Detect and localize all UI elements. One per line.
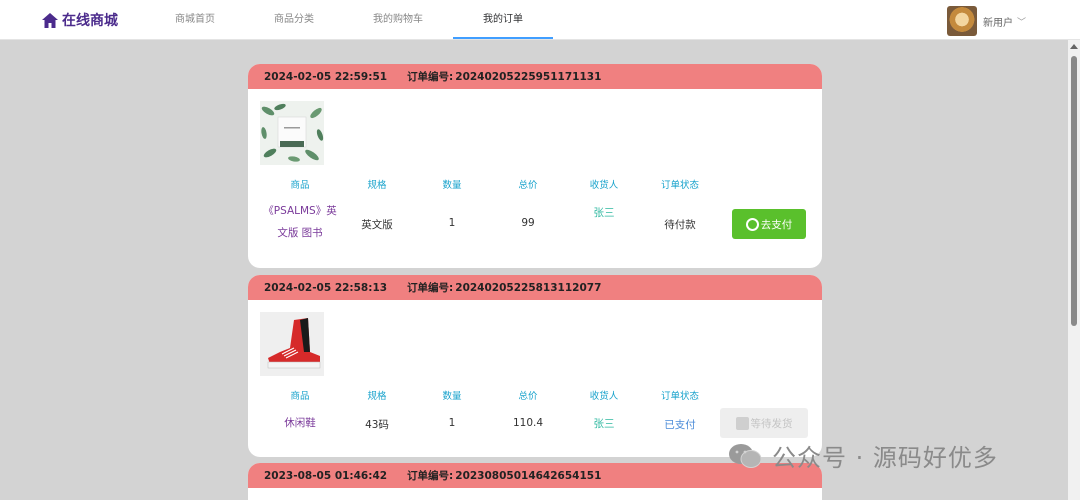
product-spec: 43码	[365, 419, 389, 431]
brand-logo[interactable]: 在线商城	[42, 10, 118, 30]
order-date: 2023-08-05 01:46:42	[264, 469, 388, 482]
order-date: 2024-02-05 22:58:13	[264, 281, 388, 294]
user-name: 新用户	[982, 17, 1013, 29]
order-number: 20230805014642654151	[455, 469, 602, 482]
col-qty: 数量	[442, 180, 462, 191]
home-icon	[42, 12, 58, 28]
order-status: 待付款	[664, 219, 696, 231]
checkbox-icon	[735, 416, 749, 430]
product-name[interactable]: 休闲鞋	[252, 412, 348, 434]
order-header: 2024-02-05 22:58:13 订单编号: 20240205225813…	[248, 275, 822, 300]
col-spec: 规格	[367, 180, 387, 191]
order-status: 已支付	[664, 419, 696, 431]
col-product: 商品	[290, 180, 310, 191]
pay-button[interactable]: 去支付	[732, 209, 806, 239]
receiver-name: 张三	[593, 207, 615, 219]
order-card: 2024-02-05 22:59:51 订单编号: 20240205225951…	[248, 64, 822, 268]
wechat-icon	[729, 443, 762, 468]
order-number: 20240205225813112077	[455, 281, 602, 294]
watermark: 公众号 · 源码好优多	[728, 438, 998, 473]
product-image[interactable]	[260, 312, 324, 376]
order-header: 2024-02-05 22:59:51 订单编号: 20240205225951…	[248, 64, 822, 89]
await-shipment-button[interactable]: 等待发货	[720, 408, 808, 438]
nav-home[interactable]: 商城首页	[145, 0, 245, 39]
chevron-down-icon: ﹀	[1016, 17, 1026, 28]
nav-orders[interactable]: 我的订单	[453, 0, 553, 39]
order-total: 110.4	[512, 417, 544, 429]
order-no-label: 订单编号:	[407, 470, 454, 482]
order-no-label: 订单编号:	[407, 71, 454, 83]
col-product: 商品	[290, 391, 310, 402]
scroll-thumb[interactable]	[1071, 56, 1077, 326]
col-qty: 数量	[442, 391, 462, 402]
product-spec: 英文版	[361, 219, 393, 231]
col-receiver: 收货人	[589, 391, 619, 402]
user-menu[interactable]: 新用户 ﹀	[946, 6, 1026, 36]
order-card: 2024-02-05 22:58:13 订单编号: 20240205225813…	[248, 275, 822, 457]
nav-category[interactable]: 商品分类	[244, 0, 344, 39]
col-status: 订单状态	[660, 180, 699, 191]
order-number: 20240205225951171131	[455, 70, 602, 83]
col-receiver: 收货人	[589, 180, 619, 191]
col-total: 总价	[518, 391, 538, 402]
order-no-label: 订单编号:	[407, 282, 454, 294]
nav-cart[interactable]: 我的购物车	[348, 0, 448, 39]
order-total: 99	[521, 217, 535, 229]
col-total: 总价	[518, 180, 538, 191]
scroll-up-icon[interactable]	[1070, 44, 1078, 49]
pay-icon	[745, 217, 759, 231]
avatar	[946, 6, 977, 36]
col-status: 订单状态	[660, 391, 699, 402]
product-qty: 1	[448, 417, 456, 429]
product-qty: 1	[448, 217, 456, 229]
product-image[interactable]	[260, 101, 324, 165]
top-navbar: 在线商城 商城首页 商品分类 我的购物车 我的订单 新用户 ﹀	[0, 0, 1080, 40]
brand-name: 在线商城	[62, 13, 118, 29]
product-name[interactable]: 《PSALMS》英 文版 图书	[252, 200, 348, 244]
order-date: 2024-02-05 22:59:51	[264, 70, 388, 83]
receiver-name: 张三	[593, 418, 615, 430]
page-scrollbar[interactable]	[1068, 40, 1080, 500]
watermark-text: 公众号 · 源码好优多	[772, 444, 998, 472]
col-spec: 规格	[367, 391, 387, 402]
